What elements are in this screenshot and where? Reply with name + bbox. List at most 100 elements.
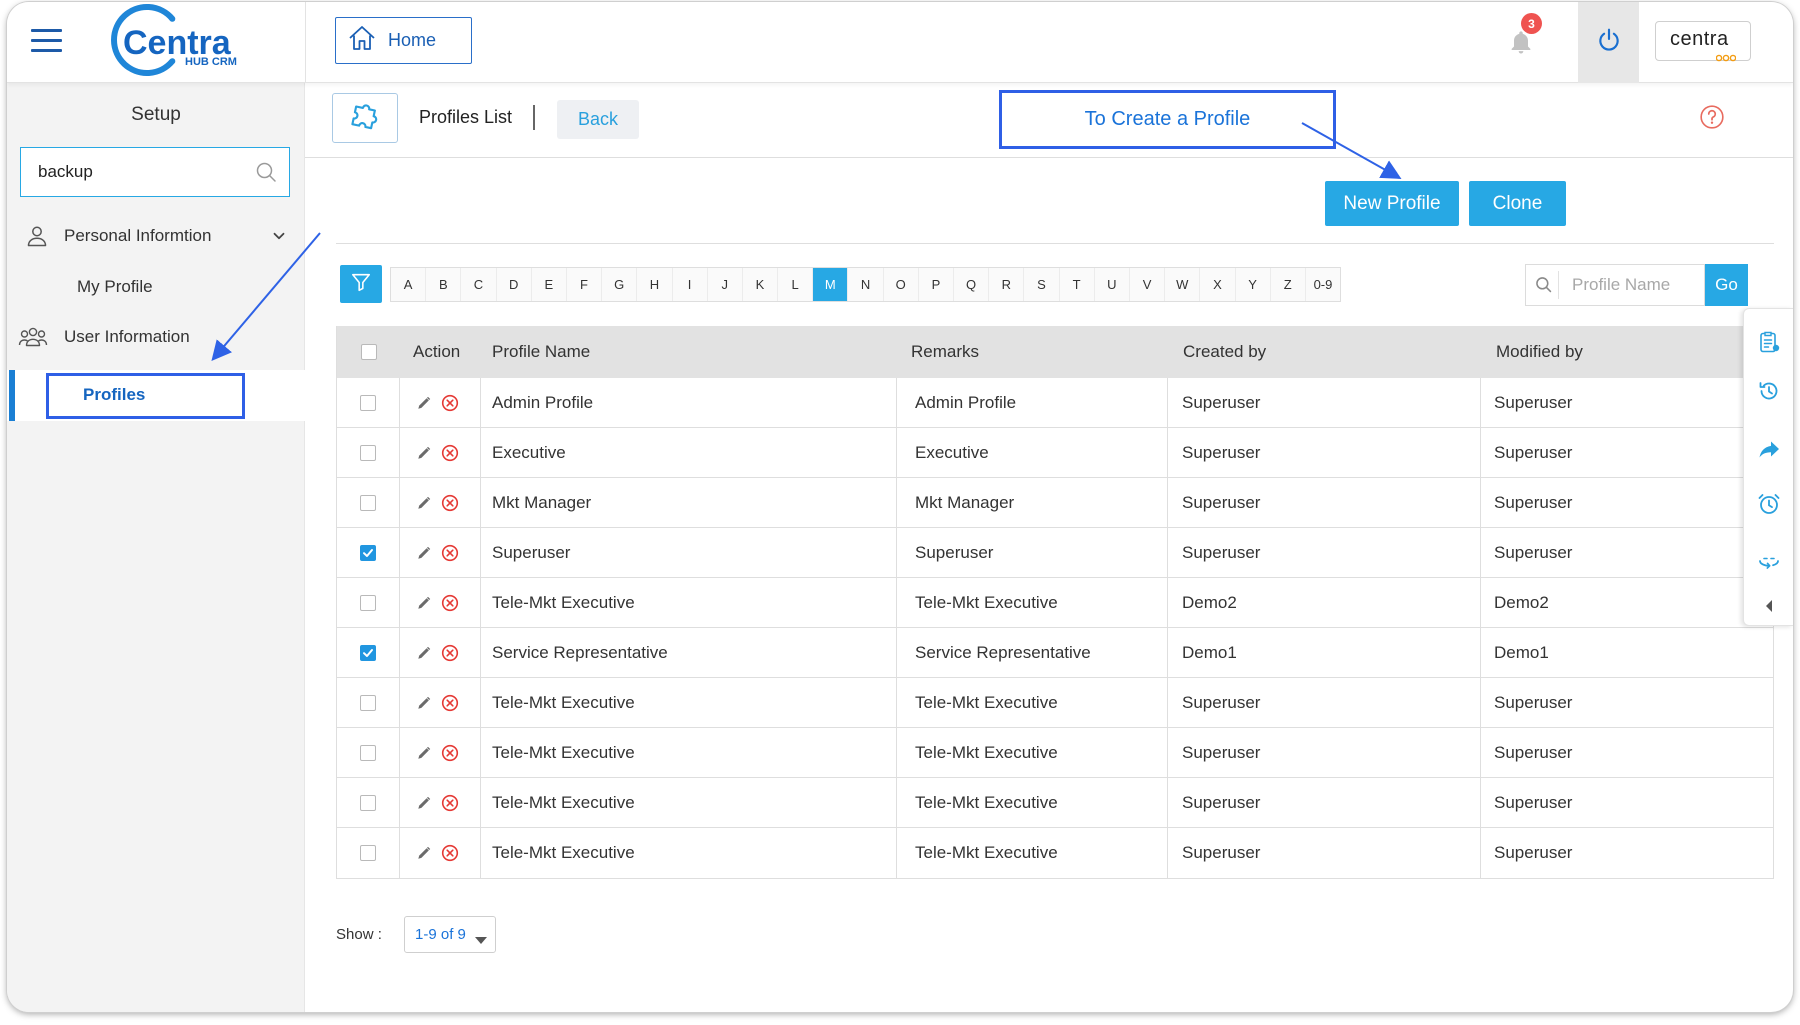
logout-button[interactable] bbox=[1578, 2, 1639, 83]
sidebar-item-user-information[interactable]: User Information bbox=[7, 317, 305, 357]
chevron-left-icon[interactable] bbox=[1757, 594, 1781, 618]
module-button[interactable] bbox=[332, 93, 398, 143]
letter-b[interactable]: B bbox=[426, 268, 462, 301]
profile-name-cell[interactable]: Admin Profile bbox=[481, 378, 897, 427]
profile-name-cell[interactable]: Tele-Mkt Executive bbox=[481, 728, 897, 777]
row-checkbox[interactable] bbox=[360, 544, 376, 561]
360-view-icon[interactable] bbox=[1757, 549, 1781, 573]
history-icon[interactable] bbox=[1757, 379, 1781, 403]
table-row[interactable]: Executive Executive Superuser Superuser bbox=[337, 428, 1773, 478]
back-button[interactable]: Back bbox=[557, 100, 639, 139]
table-row[interactable]: Tele-Mkt Executive Tele-Mkt Executive Supe… bbox=[337, 678, 1773, 728]
letter-m[interactable]: M bbox=[813, 268, 849, 301]
letter-k[interactable]: K bbox=[743, 268, 779, 301]
letter-h[interactable]: H bbox=[637, 268, 673, 301]
letter-d[interactable]: D bbox=[497, 268, 532, 301]
delete-icon[interactable] bbox=[441, 444, 459, 462]
table-row[interactable]: Tele-Mkt Executive Tele-Mkt Executive Supe… bbox=[337, 828, 1773, 878]
row-checkbox[interactable] bbox=[360, 644, 376, 661]
home-button[interactable]: Home bbox=[335, 17, 472, 64]
edit-icon[interactable] bbox=[417, 846, 431, 860]
profile-name-cell[interactable]: Mkt Manager bbox=[481, 478, 897, 527]
letter-a[interactable]: A bbox=[391, 268, 427, 301]
edit-icon[interactable] bbox=[417, 696, 431, 710]
clone-button[interactable]: Clone bbox=[1469, 181, 1566, 226]
letter-j[interactable]: J bbox=[708, 268, 743, 301]
go-button[interactable]: Go bbox=[1705, 264, 1748, 306]
search-icon[interactable] bbox=[255, 161, 277, 188]
row-checkbox[interactable] bbox=[360, 845, 376, 861]
sidebar-search-input[interactable] bbox=[38, 148, 248, 196]
delete-icon[interactable] bbox=[441, 394, 459, 412]
letter-f[interactable]: F bbox=[567, 268, 603, 301]
letter-c[interactable]: C bbox=[461, 268, 497, 301]
letter-y[interactable]: Y bbox=[1236, 268, 1271, 301]
letter-v[interactable]: V bbox=[1130, 268, 1166, 301]
letter-0-9[interactable]: 0-9 bbox=[1306, 268, 1340, 301]
table-row[interactable]: Tele-Mkt Executive Tele-Mkt Executive Supe… bbox=[337, 778, 1773, 828]
page-size-select[interactable]: 1-9 of 9 bbox=[404, 916, 496, 953]
letter-z[interactable]: Z bbox=[1271, 268, 1306, 301]
letter-p[interactable]: P bbox=[919, 268, 954, 301]
row-checkbox[interactable] bbox=[360, 494, 376, 511]
delete-icon[interactable] bbox=[441, 544, 459, 562]
edit-icon[interactable] bbox=[417, 546, 431, 560]
help-icon[interactable] bbox=[1699, 104, 1725, 130]
chevron-down-icon[interactable] bbox=[270, 227, 288, 250]
edit-icon[interactable] bbox=[417, 646, 431, 660]
letter-w[interactable]: W bbox=[1165, 268, 1201, 301]
sidebar-item-my-profile[interactable]: My Profile bbox=[7, 267, 305, 307]
column-header-profile-name[interactable]: Profile Name bbox=[481, 326, 897, 378]
edit-icon[interactable] bbox=[417, 396, 431, 410]
delete-icon[interactable] bbox=[441, 494, 459, 512]
column-header-created-by[interactable]: Created by bbox=[1168, 326, 1481, 378]
menu-icon[interactable] bbox=[31, 29, 62, 53]
share-icon[interactable] bbox=[1757, 437, 1781, 461]
profile-name-cell[interactable]: Tele-Mkt Executive bbox=[481, 828, 897, 878]
clipboard-icon[interactable] bbox=[1757, 330, 1781, 354]
centra-brand-logo[interactable]: centra bbox=[1655, 21, 1751, 62]
delete-icon[interactable] bbox=[441, 794, 459, 812]
profile-name-cell[interactable]: Tele-Mkt Executive bbox=[481, 678, 897, 727]
delete-icon[interactable] bbox=[441, 744, 459, 762]
letter-e[interactable]: E bbox=[532, 268, 567, 301]
column-header-remarks[interactable]: Remarks bbox=[897, 326, 1168, 378]
profile-name-cell[interactable]: Service Representative bbox=[481, 628, 897, 677]
table-row[interactable]: Admin Profile Admin Profile Superuser Super… bbox=[337, 378, 1773, 428]
edit-icon[interactable] bbox=[417, 446, 431, 460]
edit-icon[interactable] bbox=[417, 746, 431, 760]
edit-icon[interactable] bbox=[417, 596, 431, 610]
row-checkbox[interactable] bbox=[360, 594, 376, 611]
profile-name-cell[interactable]: Executive bbox=[481, 428, 897, 477]
letter-i[interactable]: I bbox=[673, 268, 708, 301]
row-checkbox[interactable] bbox=[360, 394, 376, 411]
delete-icon[interactable] bbox=[441, 594, 459, 612]
centra-logo[interactable]: Centra HUB CRM bbox=[105, 4, 255, 76]
alarm-icon[interactable] bbox=[1757, 492, 1781, 516]
row-checkbox[interactable] bbox=[360, 794, 376, 811]
delete-icon[interactable] bbox=[441, 644, 459, 662]
filter-button[interactable] bbox=[340, 265, 382, 303]
notification-badge[interactable]: 3 bbox=[1521, 13, 1542, 34]
new-profile-button[interactable]: New Profile bbox=[1325, 181, 1459, 226]
table-row[interactable]: Mkt Manager Mkt Manager Superuser Superuser bbox=[337, 478, 1773, 528]
letter-o[interactable]: O bbox=[884, 268, 919, 301]
profile-name-cell[interactable]: Superuser bbox=[481, 528, 897, 577]
row-checkbox[interactable] bbox=[360, 744, 376, 761]
column-header-modified-by[interactable]: Modified by bbox=[1481, 326, 1773, 378]
row-checkbox[interactable] bbox=[360, 694, 376, 711]
edit-icon[interactable] bbox=[417, 796, 431, 810]
letter-x[interactable]: X bbox=[1200, 268, 1236, 301]
table-row[interactable]: Tele-Mkt Executive Tele-Mkt Executive Supe… bbox=[337, 728, 1773, 778]
select-all-checkbox[interactable] bbox=[360, 344, 377, 360]
letter-l[interactable]: L bbox=[778, 268, 814, 301]
table-row[interactable]: Superuser Superuser Superuser Superuser bbox=[337, 528, 1773, 578]
letter-q[interactable]: Q bbox=[954, 268, 990, 301]
letter-n[interactable]: N bbox=[848, 268, 884, 301]
delete-icon[interactable] bbox=[441, 694, 459, 712]
profile-name-cell[interactable]: Tele-Mkt Executive bbox=[481, 578, 897, 627]
profile-name-search-input[interactable] bbox=[1572, 265, 1702, 305]
table-row[interactable]: Tele-Mkt Executive Tele-Mkt Executive Demo… bbox=[337, 578, 1773, 628]
letter-r[interactable]: R bbox=[989, 268, 1025, 301]
letter-t[interactable]: T bbox=[1060, 268, 1095, 301]
